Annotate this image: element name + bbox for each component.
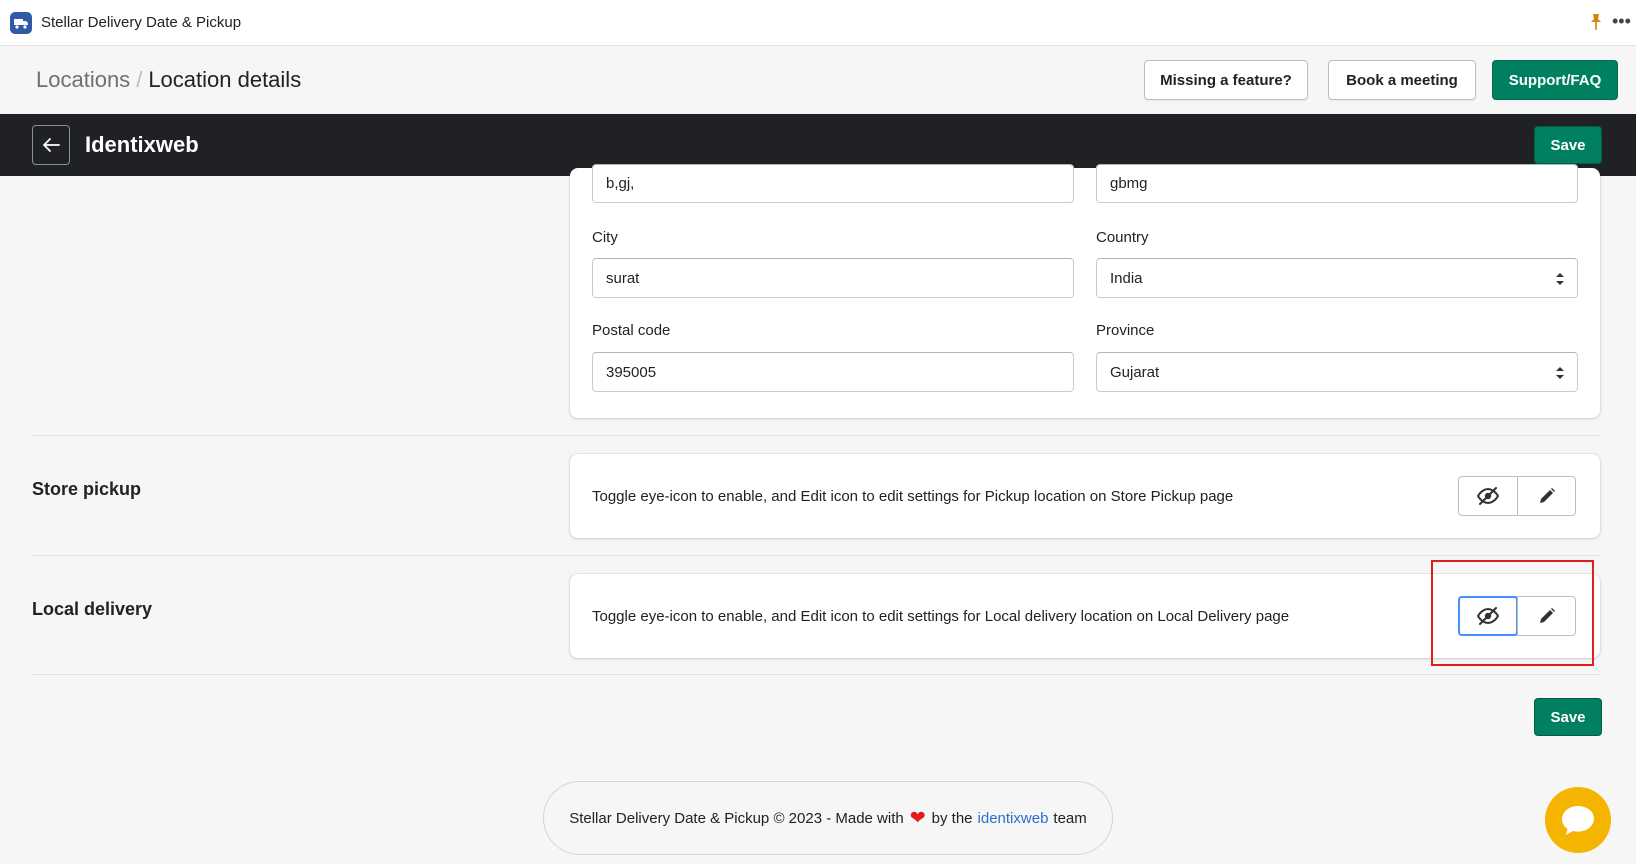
select-arrows-icon xyxy=(1556,367,1564,379)
store-title: Identixweb xyxy=(85,132,199,157)
missing-feature-button[interactable]: Missing a feature? xyxy=(1144,60,1308,100)
identixweb-link[interactable]: identixweb xyxy=(978,810,1049,827)
local-delivery-description: Toggle eye-icon to enable, and Edit icon… xyxy=(592,608,1290,625)
breadcrumb-locations[interactable]: Locations xyxy=(36,67,130,92)
store-pickup-actions xyxy=(1458,476,1576,516)
arrow-left-icon xyxy=(43,138,60,152)
province-label: Province xyxy=(1096,322,1155,339)
province-value: Gujarat xyxy=(1110,363,1160,381)
country-label: Country xyxy=(1096,229,1149,246)
section-divider xyxy=(32,435,1600,436)
page-title: Location details xyxy=(148,67,302,92)
more-icon[interactable]: ••• xyxy=(1612,12,1634,32)
save-button-bottom[interactable]: Save xyxy=(1534,698,1602,736)
breadcrumb: Locations / Location details xyxy=(36,67,301,93)
footer-by-the: by the xyxy=(931,809,973,827)
store-pickup-title: Store pickup xyxy=(32,479,142,499)
breadcrumb-separator: / xyxy=(136,67,143,92)
country-select[interactable]: India xyxy=(1096,258,1578,298)
address-line-1-input[interactable]: b,gj, xyxy=(592,164,1074,203)
province-select[interactable]: Gujarat xyxy=(1096,352,1578,392)
book-meeting-button[interactable]: Book a meeting xyxy=(1328,60,1476,100)
heart-icon: ❤ xyxy=(909,807,926,829)
select-arrows-icon xyxy=(1556,273,1564,285)
chat-button[interactable] xyxy=(1545,787,1611,853)
section-divider xyxy=(32,674,1600,675)
store-pickup-edit-button[interactable] xyxy=(1517,477,1575,515)
eye-off-icon xyxy=(1477,487,1499,505)
store-pickup-visibility-toggle[interactable] xyxy=(1459,477,1517,515)
back-button[interactable] xyxy=(32,125,70,165)
city-input[interactable]: surat xyxy=(592,258,1074,298)
local-delivery-title: Local delivery xyxy=(32,599,153,619)
city-label: City xyxy=(592,229,618,246)
support-faq-button[interactable]: Support/FAQ xyxy=(1492,60,1618,100)
footer-suffix: team xyxy=(1053,809,1087,827)
save-button-top[interactable]: Save xyxy=(1534,126,1602,164)
country-value: India xyxy=(1110,269,1143,287)
postal-code-label: Postal code xyxy=(592,322,671,339)
truck-icon xyxy=(10,12,32,34)
app-title: Stellar Delivery Date & Pickup xyxy=(41,14,242,31)
pin-icon[interactable] xyxy=(1588,13,1604,31)
chat-icon xyxy=(1562,806,1594,835)
store-pickup-description: Toggle eye-icon to enable, and Edit icon… xyxy=(592,488,1234,505)
section-divider xyxy=(32,555,1600,556)
pencil-icon xyxy=(1539,488,1555,503)
app-header: Stellar Delivery Date & Pickup ••• xyxy=(0,0,1636,46)
footer-prefix: Stellar Delivery Date & Pickup © 2023 - … xyxy=(569,809,904,827)
footer: Stellar Delivery Date & Pickup © 2023 - … xyxy=(543,781,1113,855)
postal-code-input[interactable]: 395005 xyxy=(592,352,1074,392)
highlight-annotation xyxy=(1431,560,1594,666)
address-line-2-input[interactable]: gbmg xyxy=(1096,164,1578,203)
